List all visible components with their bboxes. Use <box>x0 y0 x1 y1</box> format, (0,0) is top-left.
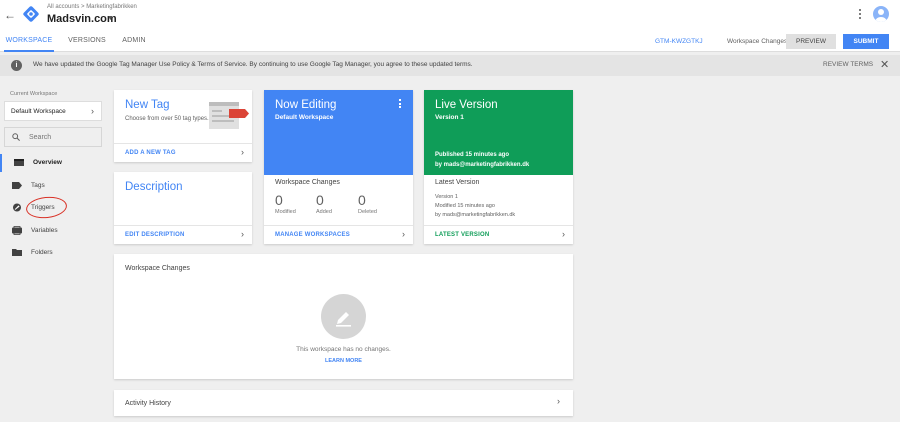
stat-value: 0 <box>275 192 283 208</box>
gtm-logo-icon <box>23 6 39 22</box>
live-version-title: Live Version <box>435 99 498 111</box>
stat-added: 0 Added <box>316 192 356 215</box>
close-icon[interactable]: ✕ <box>880 58 889 71</box>
new-tag-footer[interactable]: ADD A NEW TAG › <box>114 143 252 162</box>
stat-value: 0 <box>316 192 324 208</box>
search-icon <box>12 133 20 141</box>
add-new-tag-link[interactable]: ADD A NEW TAG <box>125 150 176 156</box>
activity-history-panel[interactable]: Activity History › <box>114 390 573 416</box>
nav-row: WORKSPACE VERSIONS ADMIN GTM-KWZGTKJ Wor… <box>0 31 900 52</box>
now-editing-footer[interactable]: MANAGE WORKSPACES › <box>264 225 413 244</box>
search-box[interactable]: Search <box>4 127 102 147</box>
latest-version-author: by mads@marketingfabrikken.dk <box>435 212 516 218</box>
chevron-right-icon: › <box>91 106 94 116</box>
breadcrumb[interactable]: All accounts > Marketingfabrikken <box>47 4 137 10</box>
live-version-footer[interactable]: LATEST VERSION › <box>424 225 573 244</box>
manage-workspaces-link[interactable]: MANAGE WORKSPACES <box>275 232 350 238</box>
now-editing-header: Now Editing Default Workspace <box>264 90 413 175</box>
notice-text: We have updated the Google Tag Manager U… <box>33 61 473 68</box>
live-version-number: Version 1 <box>435 114 464 121</box>
latest-version-modified: Modified 15 minutes ago <box>435 203 495 209</box>
live-version-header: Live Version Version 1 Published 15 minu… <box>424 90 573 175</box>
review-terms-link[interactable]: REVIEW TERMS <box>823 61 873 68</box>
submit-button[interactable]: SUBMIT <box>843 34 889 49</box>
description-card: Description EDIT DESCRIPTION › <box>114 172 252 244</box>
published-time: Published 15 minutes ago <box>435 152 510 158</box>
caret-down-icon[interactable]: ▼ <box>107 15 114 22</box>
more-vert-icon[interactable] <box>399 99 403 110</box>
chevron-right-icon: › <box>241 229 244 239</box>
workspace-changes-title: Workspace Changes <box>125 265 190 272</box>
trigger-icon <box>13 203 21 212</box>
description-footer[interactable]: EDIT DESCRIPTION › <box>114 225 252 244</box>
info-icon: i <box>11 60 22 71</box>
published-by: by mads@marketingfabrikken.dk <box>435 162 530 168</box>
activity-history-title: Activity History <box>125 400 171 407</box>
tag-icon <box>12 182 22 189</box>
sidebar-item-variables[interactable]: Variables <box>0 222 108 240</box>
chevron-right-icon: › <box>562 229 565 239</box>
stat-deleted: 0 Deleted <box>358 192 398 215</box>
live-version-card: Live Version Version 1 Published 15 minu… <box>424 90 573 244</box>
arrow-left-icon[interactable]: ← <box>4 8 16 22</box>
workspace-selector[interactable]: Default Workspace › <box>4 101 102 121</box>
now-editing-workspace: Default Workspace <box>275 114 334 121</box>
stat-label: Deleted <box>358 209 377 215</box>
now-editing-title: Now Editing <box>275 99 337 111</box>
terms-notice: i We have updated the Google Tag Manager… <box>0 55 900 76</box>
avatar[interactable] <box>873 6 889 22</box>
latest-version-number: Version 1 <box>435 194 458 200</box>
edit-description-link[interactable]: EDIT DESCRIPTION <box>125 232 185 238</box>
sidebar-item-label: Variables <box>31 227 58 234</box>
sidebar-item-label: Folders <box>31 249 53 256</box>
search-placeholder: Search <box>29 134 52 141</box>
folder-icon <box>12 249 22 256</box>
learn-more-link[interactable]: LEARN MORE <box>114 358 573 364</box>
sidebar-item-overview[interactable]: Overview <box>0 154 108 172</box>
preview-button[interactable]: PREVIEW <box>786 34 836 49</box>
latest-version-label: Latest Version <box>435 179 480 186</box>
new-tag-card: New Tag Choose from over 50 tag types. A… <box>114 90 252 162</box>
tab-admin[interactable]: ADMIN <box>118 31 150 52</box>
chevron-right-icon: › <box>241 147 244 157</box>
edit-icon <box>321 294 366 339</box>
current-workspace-label: Current Workspace <box>10 91 58 97</box>
tab-versions[interactable]: VERSIONS <box>64 31 110 52</box>
top-bar: ← All accounts > Marketingfabrikken Mads… <box>0 0 900 31</box>
sidebar-item-label: Tags <box>31 182 45 189</box>
chevron-right-icon: › <box>402 229 405 239</box>
workspace-changes-label: Workspace Changes <box>275 179 340 186</box>
more-vert-icon[interactable] <box>858 9 862 21</box>
latest-version-link[interactable]: LATEST VERSION <box>435 232 489 238</box>
workspace-changes-count: Workspace Changes: 0 <box>727 38 795 45</box>
workspace-name: Default Workspace <box>11 108 66 115</box>
description-title: Description <box>125 181 183 193</box>
workspace-changes-panel: Workspace Changes This workspace has no … <box>114 254 573 379</box>
stat-modified: 0 Modified <box>275 192 315 215</box>
variables-icon <box>12 226 22 235</box>
empty-state-text: This workspace has no changes. <box>296 346 391 353</box>
sidebar-item-folders[interactable]: Folders <box>0 244 108 262</box>
sidebar-item-label: Overview <box>33 159 62 166</box>
chevron-right-icon: › <box>557 396 560 406</box>
stat-label: Added <box>316 209 332 215</box>
container-id[interactable]: GTM-KWZGTKJ <box>655 38 703 45</box>
tag-illustration-icon <box>209 102 249 129</box>
now-editing-card: Now Editing Default Workspace Workspace … <box>264 90 413 244</box>
stat-value: 0 <box>358 192 366 208</box>
stat-label: Modified <box>275 209 296 215</box>
overview-icon <box>14 159 24 166</box>
tab-workspace[interactable]: WORKSPACE <box>4 31 54 52</box>
new-tag-title: New Tag <box>125 99 170 111</box>
sidebar-item-tags[interactable]: Tags <box>0 177 108 195</box>
new-tag-description: Choose from over 50 tag types. <box>125 116 209 122</box>
